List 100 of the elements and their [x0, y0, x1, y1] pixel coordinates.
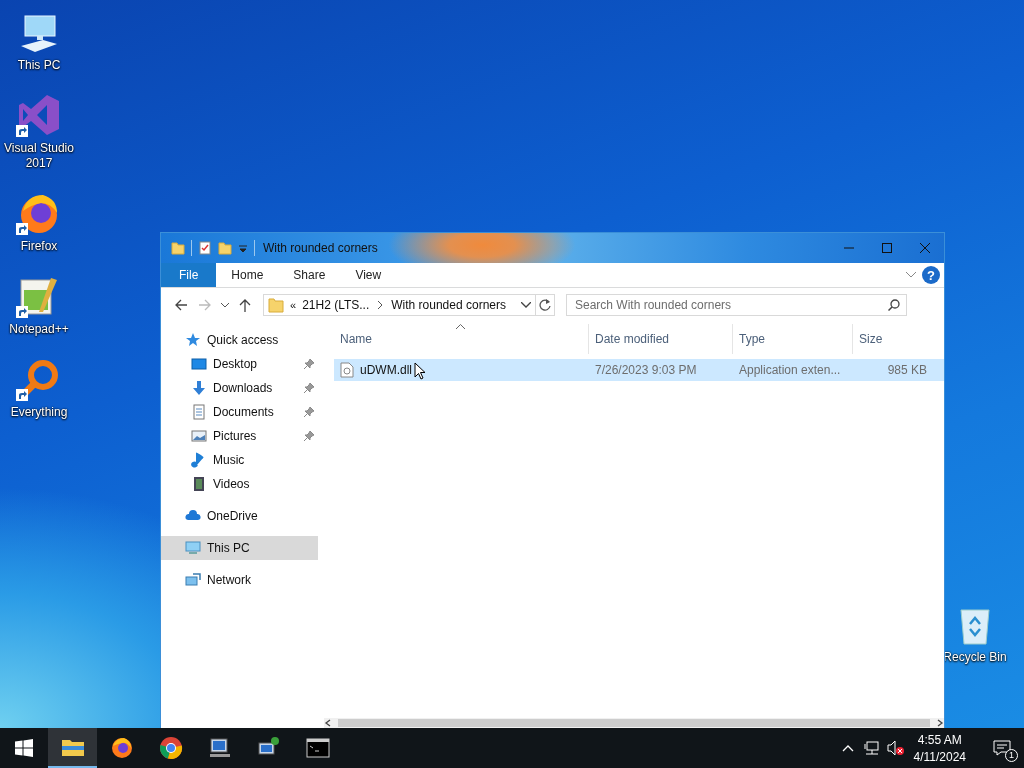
down-arrow-icon	[191, 380, 207, 396]
file-row[interactable]: uDWM.dll 7/26/2023 9:03 PM Application exten... 985 KB	[334, 359, 944, 381]
picture-icon	[191, 428, 207, 444]
shortcut-arrow-icon	[16, 125, 28, 137]
clock-time: 4:55 AM	[917, 732, 962, 747]
navigation-label: Network	[207, 573, 251, 587]
help-button[interactable]: ?	[922, 266, 940, 284]
navigation-item[interactable]: Music	[161, 448, 318, 472]
ribbon-tab[interactable]: Share	[280, 263, 339, 287]
desktop-icon-label[interactable]: Notepad++	[7, 322, 71, 337]
speech-bubble-icon	[993, 740, 1011, 756]
navigation-item[interactable]: Quick access	[161, 328, 318, 352]
shortcut-arrow-icon	[16, 389, 28, 401]
column-header[interactable]: Size	[853, 324, 931, 354]
action-center-button[interactable]: 1	[980, 728, 1024, 768]
refresh-button[interactable]	[535, 294, 555, 316]
monitor-icon	[207, 736, 232, 760]
left-arrow-icon	[174, 299, 188, 311]
column-header[interactable]: Date modified	[589, 324, 733, 354]
infinity-logo-icon	[17, 93, 61, 137]
navigation-item[interactable]: Videos	[161, 472, 318, 496]
navigation-label: OneDrive	[207, 509, 258, 523]
desktop-icon-label[interactable]: Firefox	[18, 239, 60, 254]
network-icon	[185, 572, 201, 588]
pin-icon	[304, 359, 314, 369]
breadcrumb-item[interactable]: With rounded corners	[391, 298, 506, 312]
desktop-icon-label[interactable]: Everything	[8, 405, 70, 420]
desktop-icon-label[interactable]: This PC	[15, 58, 63, 73]
computer-icon	[185, 540, 201, 556]
date-cell-text: 7/26/2023 9:03 PM	[594, 363, 698, 377]
pin-icon	[304, 383, 314, 393]
notification-count: 1	[1005, 749, 1018, 762]
chevron-down-icon	[221, 302, 229, 308]
navigation-item[interactable]: Desktop	[161, 352, 318, 376]
file-name: uDWM.dll	[360, 363, 412, 377]
navigation-item[interactable]: Documents	[161, 400, 318, 424]
star-icon	[185, 332, 201, 348]
shortcut-arrow-icon	[16, 306, 28, 318]
pin-icon	[304, 407, 314, 417]
chrome-logo-icon	[158, 736, 183, 760]
refresh-icon	[539, 299, 551, 311]
ribbon-tab[interactable]: File	[161, 263, 217, 287]
search-icon	[888, 299, 900, 311]
window-title: With rounded corners	[263, 241, 379, 255]
network-icon	[863, 740, 880, 756]
terminal-icon	[305, 736, 330, 760]
windows-logo-icon	[15, 739, 33, 757]
breadcrumb-item[interactable]: 21H2 (LTS...	[302, 298, 370, 312]
fox-globe-icon	[109, 736, 134, 760]
navigation-label: Videos	[213, 477, 250, 491]
navigation-label: This PC	[207, 541, 250, 555]
chevron-right-icon	[377, 301, 384, 309]
scroll-left-icon	[324, 719, 332, 727]
navigation-label: Documents	[213, 405, 274, 419]
right-arrow-icon	[198, 299, 212, 311]
type-cell-text: Application exten...	[738, 363, 842, 377]
maximize-icon	[882, 243, 892, 253]
navigation-label: Pictures	[213, 429, 257, 443]
desktop-icon-label[interactable]: Recycle Bin	[941, 650, 1009, 665]
navigation-item[interactable]: Network	[161, 568, 318, 592]
clock[interactable]: 4:55 AM 4/11/2024	[907, 728, 972, 768]
size-cell-text: 985 KB	[886, 363, 928, 377]
column-header[interactable]: Name	[334, 324, 589, 354]
document-icon	[191, 404, 207, 420]
chevron-down-icon	[906, 272, 916, 278]
search-field[interactable]: Search With rounded corners	[566, 294, 907, 316]
address-bar[interactable]: « 21H2 (LTS... With rounded corners	[263, 294, 535, 316]
monitor-icon	[191, 356, 207, 372]
folder-icon	[268, 297, 284, 313]
navigation-label: Desktop	[213, 357, 258, 371]
navigation-label: Music	[213, 453, 245, 467]
gear-file-icon	[340, 362, 354, 378]
film-icon	[191, 476, 207, 492]
navigation-item[interactable]: OneDrive	[161, 504, 318, 528]
navigation-label: Quick access	[207, 333, 279, 347]
navigation-item[interactable]: Downloads	[161, 376, 318, 400]
mouse-pointer-icon	[414, 362, 426, 380]
navigation-item[interactable]: Pictures	[161, 424, 318, 448]
scroll-right-icon	[936, 719, 944, 727]
new-folder-icon	[218, 241, 232, 255]
sort-up-icon	[456, 324, 465, 329]
chevron-down-icon	[521, 302, 531, 308]
navigation-label: Downloads	[213, 381, 273, 395]
ribbon-tab[interactable]: View	[342, 263, 395, 287]
expand-ribbon-button[interactable]	[906, 272, 916, 278]
folder-icon	[171, 241, 185, 255]
close-icon	[920, 243, 930, 253]
up-arrow-icon	[239, 298, 251, 312]
chevron-up-icon	[841, 744, 854, 752]
checklist-icon	[198, 241, 212, 255]
clock-date: 4/11/2024	[913, 749, 966, 764]
speaker-icon	[886, 740, 905, 756]
ribbon-tab[interactable]: Home	[218, 263, 277, 287]
shortcut-arrow-icon	[16, 223, 28, 235]
horizontal-scrollbar[interactable]	[324, 718, 944, 728]
navigation-item[interactable]: This PC	[161, 536, 318, 560]
column-header[interactable]: Type	[733, 324, 853, 354]
desktop-icon-label[interactable]: Visual Studio 2017	[0, 141, 78, 171]
taskbar-app-button[interactable]	[48, 728, 97, 768]
overflow-chevron[interactable]: «	[290, 299, 297, 311]
